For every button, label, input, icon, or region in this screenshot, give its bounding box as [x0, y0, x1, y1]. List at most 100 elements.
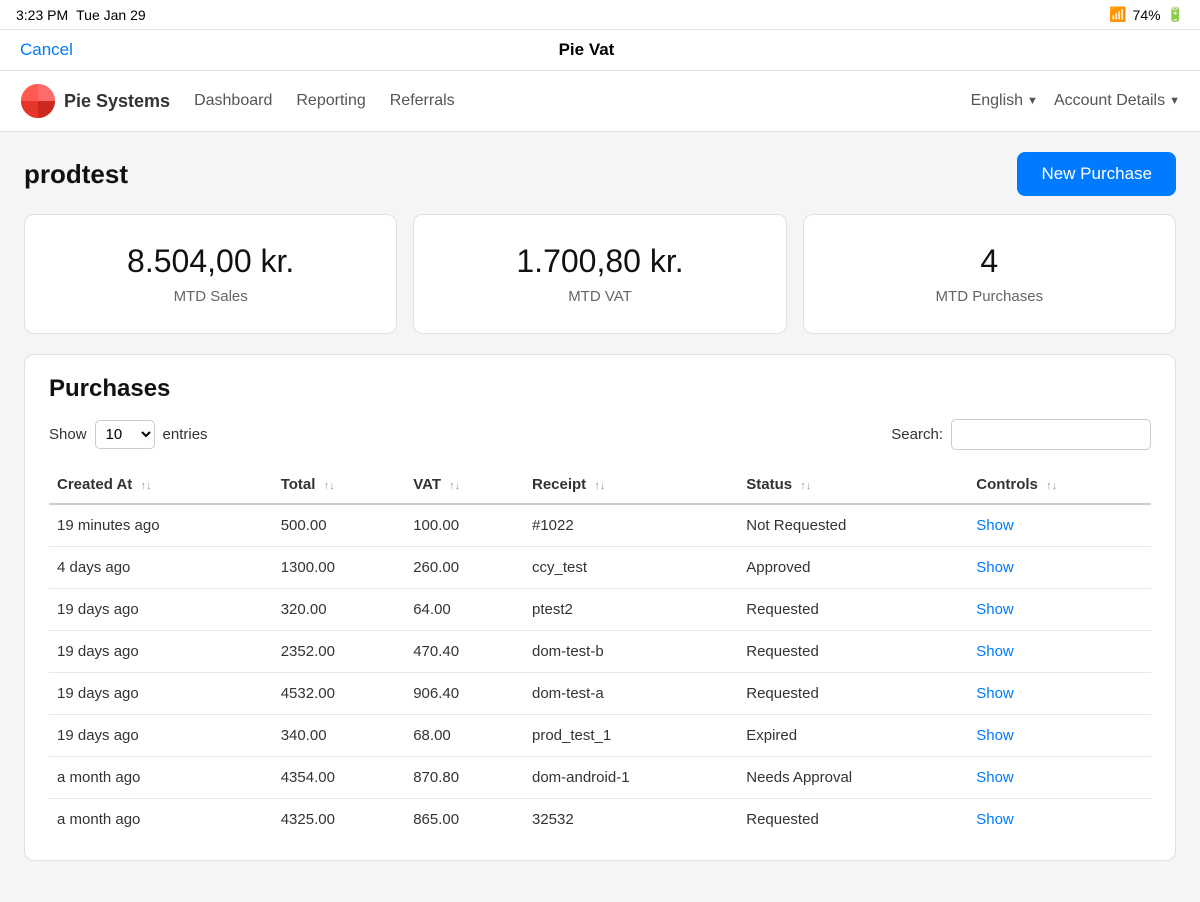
mtd-vat-value: 1.700,80 kr. — [438, 243, 761, 280]
cell-status: Approved — [738, 547, 968, 589]
cell-controls[interactable]: Show — [968, 547, 1151, 589]
cell-controls[interactable]: Show — [968, 715, 1151, 757]
cell-total: 2352.00 — [273, 631, 406, 673]
cell-vat: 260.00 — [405, 547, 524, 589]
entries-label: entries — [163, 426, 208, 443]
mtd-vat-label: MTD VAT — [438, 288, 761, 305]
cell-status: Needs Approval — [738, 757, 968, 799]
show-link[interactable]: Show — [976, 517, 1014, 534]
sort-arrows-total: ↑↓ — [324, 480, 335, 492]
show-link[interactable]: Show — [976, 643, 1014, 660]
nav-link-reporting[interactable]: Reporting — [296, 92, 365, 110]
table-row: a month ago 4354.00 870.80 dom-android-1… — [49, 757, 1151, 799]
language-label: English — [971, 92, 1023, 110]
cell-controls[interactable]: Show — [968, 673, 1151, 715]
nav-links: Dashboard Reporting Referrals — [194, 92, 455, 110]
cell-controls[interactable]: Show — [968, 504, 1151, 547]
cell-total: 500.00 — [273, 504, 406, 547]
cell-created-at: a month ago — [49, 757, 273, 799]
cell-vat: 906.40 — [405, 673, 524, 715]
cell-receipt: 32532 — [524, 799, 738, 841]
col-controls[interactable]: Controls ↑↓ — [968, 466, 1151, 504]
show-label: Show — [49, 426, 87, 443]
cell-status: Not Requested — [738, 504, 968, 547]
table-row: 19 days ago 320.00 64.00 ptest2 Requeste… — [49, 589, 1151, 631]
cell-controls[interactable]: Show — [968, 799, 1151, 841]
cell-vat: 870.80 — [405, 757, 524, 799]
mtd-sales-value: 8.504,00 kr. — [49, 243, 372, 280]
cell-vat: 865.00 — [405, 799, 524, 841]
content-title: prodtest — [24, 159, 128, 190]
table-row: 19 days ago 2352.00 470.40 dom-test-b Re… — [49, 631, 1151, 673]
cell-controls[interactable]: Show — [968, 631, 1151, 673]
cell-receipt: #1022 — [524, 504, 738, 547]
cell-vat: 68.00 — [405, 715, 524, 757]
cell-created-at: 19 days ago — [49, 589, 273, 631]
account-details-dropdown[interactable]: Account Details ▼ — [1054, 92, 1180, 110]
col-status[interactable]: Status ↑↓ — [738, 466, 968, 504]
show-link[interactable]: Show — [976, 727, 1014, 744]
new-purchase-button[interactable]: New Purchase — [1017, 152, 1176, 196]
battery-level: 74% — [1133, 7, 1161, 23]
cell-created-at: 4 days ago — [49, 547, 273, 589]
cell-receipt: prod_test_1 — [524, 715, 738, 757]
main-content: prodtest New Purchase 8.504,00 kr. MTD S… — [0, 132, 1200, 902]
table-controls: Show 10 25 50 100 entries Search: — [49, 419, 1151, 450]
cell-status: Requested — [738, 631, 968, 673]
stat-card-mtd-sales: 8.504,00 kr. MTD Sales — [24, 214, 397, 334]
cell-status: Requested — [738, 673, 968, 715]
nav-bar: Pie Systems Dashboard Reporting Referral… — [0, 71, 1200, 132]
search-area: Search: — [891, 419, 1151, 450]
entries-select[interactable]: 10 25 50 100 — [95, 420, 155, 449]
stat-card-mtd-purchases: 4 MTD Purchases — [803, 214, 1176, 334]
col-total[interactable]: Total ↑↓ — [273, 466, 406, 504]
col-vat[interactable]: VAT ↑↓ — [405, 466, 524, 504]
battery-icon: 🔋 — [1167, 6, 1184, 23]
search-input[interactable] — [951, 419, 1151, 450]
cell-total: 4325.00 — [273, 799, 406, 841]
cell-status: Requested — [738, 589, 968, 631]
sort-arrows-created-at: ↑↓ — [140, 480, 151, 492]
nav-link-dashboard[interactable]: Dashboard — [194, 92, 272, 110]
cell-controls[interactable]: Show — [968, 589, 1151, 631]
cell-controls[interactable]: Show — [968, 757, 1151, 799]
cell-receipt: dom-android-1 — [524, 757, 738, 799]
cell-receipt: dom-test-b — [524, 631, 738, 673]
cell-total: 320.00 — [273, 589, 406, 631]
time: 3:23 PM — [16, 7, 68, 23]
language-dropdown[interactable]: English ▼ — [971, 92, 1038, 110]
stats-row: 8.504,00 kr. MTD Sales 1.700,80 kr. MTD … — [24, 214, 1176, 334]
stat-card-mtd-vat: 1.700,80 kr. MTD VAT — [413, 214, 786, 334]
cell-vat: 64.00 — [405, 589, 524, 631]
cell-receipt: dom-test-a — [524, 673, 738, 715]
mtd-sales-label: MTD Sales — [49, 288, 372, 305]
cell-total: 340.00 — [273, 715, 406, 757]
show-link[interactable]: Show — [976, 769, 1014, 786]
table-body: 19 minutes ago 500.00 100.00 #1022 Not R… — [49, 504, 1151, 840]
cell-vat: 100.00 — [405, 504, 524, 547]
search-label: Search: — [891, 426, 943, 443]
cell-vat: 470.40 — [405, 631, 524, 673]
show-link[interactable]: Show — [976, 601, 1014, 618]
nav-right: English ▼ Account Details ▼ — [971, 92, 1180, 110]
nav-left: Pie Systems Dashboard Reporting Referral… — [20, 83, 455, 119]
sort-arrows-receipt: ↑↓ — [594, 480, 605, 492]
mtd-purchases-value: 4 — [828, 243, 1151, 280]
cancel-button[interactable]: Cancel — [20, 40, 73, 60]
table-row: 19 days ago 340.00 68.00 prod_test_1 Exp… — [49, 715, 1151, 757]
table-row: 4 days ago 1300.00 260.00 ccy_test Appro… — [49, 547, 1151, 589]
nav-link-referrals[interactable]: Referrals — [390, 92, 455, 110]
col-created-at[interactable]: Created At ↑↓ — [49, 466, 273, 504]
col-receipt[interactable]: Receipt ↑↓ — [524, 466, 738, 504]
show-link[interactable]: Show — [976, 811, 1014, 828]
show-link[interactable]: Show — [976, 559, 1014, 576]
show-link[interactable]: Show — [976, 685, 1014, 702]
cell-total: 4532.00 — [273, 673, 406, 715]
account-details-label: Account Details — [1054, 92, 1165, 110]
language-dropdown-arrow: ▼ — [1027, 95, 1038, 107]
title-bar: Cancel Pie Vat — [0, 30, 1200, 71]
logo-area[interactable]: Pie Systems — [20, 83, 170, 119]
cell-receipt: ptest2 — [524, 589, 738, 631]
cell-status: Expired — [738, 715, 968, 757]
date: Tue Jan 29 — [76, 7, 146, 23]
